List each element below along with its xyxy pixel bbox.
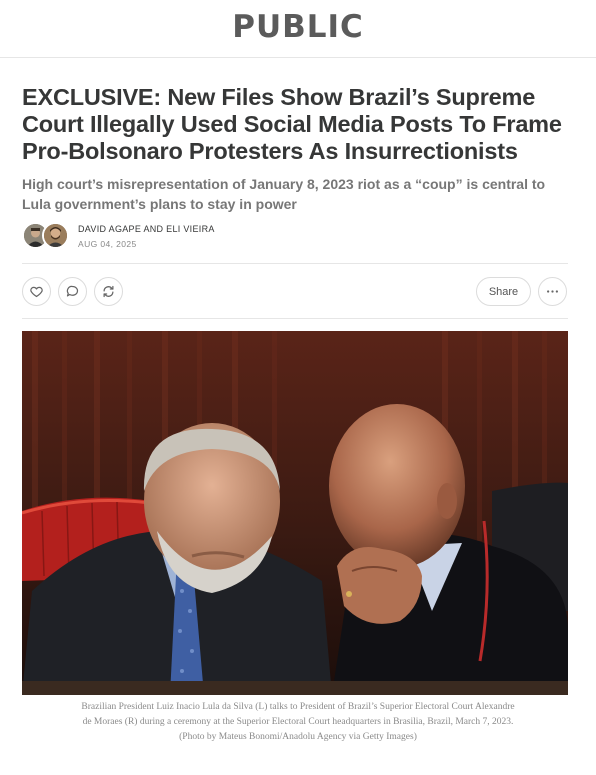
article-subtitle: High court’s misrepresentation of Januar… bbox=[22, 176, 546, 212]
divider bbox=[22, 318, 568, 319]
comment-icon bbox=[66, 285, 79, 297]
publication-logo[interactable]: PUBLIC bbox=[0, 9, 596, 45]
divider bbox=[22, 263, 568, 264]
article-title: EXCLUSIVE: New Files Show Brazil’s Supre… bbox=[22, 84, 562, 164]
like-button[interactable] bbox=[22, 277, 51, 306]
site-header: PUBLIC bbox=[0, 0, 596, 58]
author-names[interactable]: DAVID AGAPE AND ELI VIEIRA bbox=[78, 224, 215, 234]
photo-caption: Brazilian President Luiz Inacio Lula da … bbox=[81, 702, 515, 742]
ellipsis-icon bbox=[547, 290, 558, 293]
publish-date: AUG 04, 2025 bbox=[78, 239, 137, 249]
heart-icon bbox=[30, 286, 43, 298]
article-photo[interactable] bbox=[22, 331, 568, 695]
author-avatar[interactable] bbox=[42, 222, 69, 249]
share-button[interactable]: Share bbox=[476, 277, 531, 306]
byline: DAVID AGAPE AND ELI VIEIRA AUG 04, 2025 bbox=[22, 222, 522, 252]
more-options-button[interactable] bbox=[538, 277, 567, 306]
restack-button[interactable] bbox=[94, 277, 123, 306]
comment-button[interactable] bbox=[58, 277, 87, 306]
restack-icon bbox=[103, 285, 114, 298]
